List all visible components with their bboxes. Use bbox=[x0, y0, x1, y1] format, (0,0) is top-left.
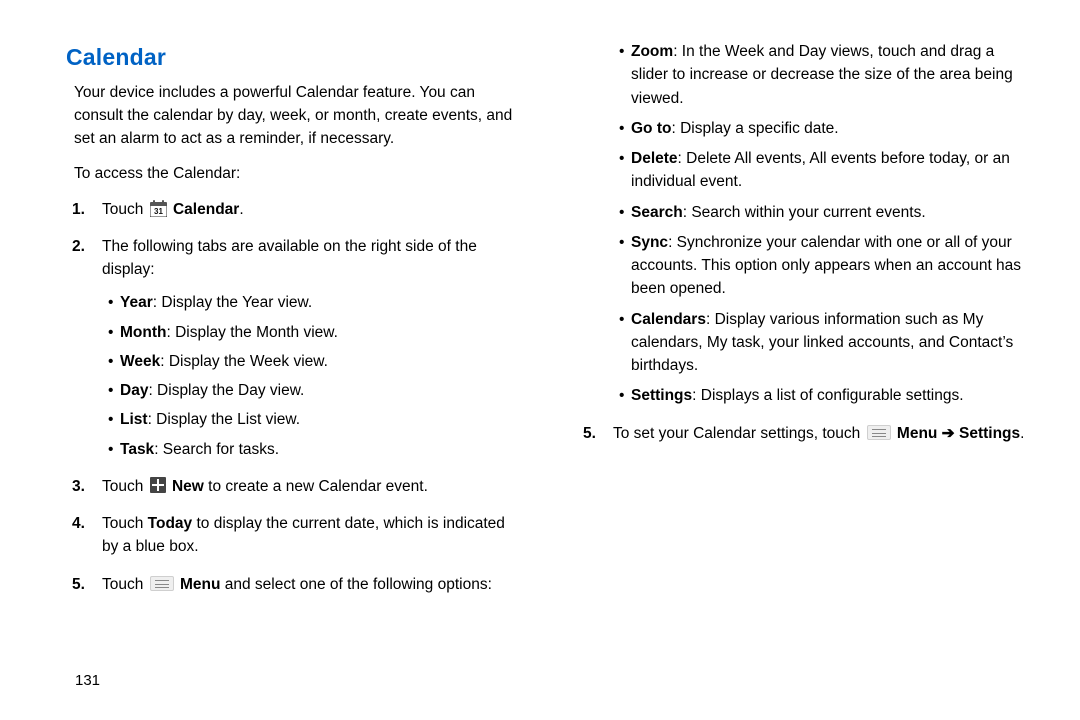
opt-desc: : Delete All events, All events before t… bbox=[631, 150, 1010, 190]
tab-name: Week bbox=[120, 353, 160, 370]
tab-desc: : Display the List view. bbox=[148, 411, 300, 428]
tab-desc: : Display the Year view. bbox=[153, 294, 312, 311]
opt-name: Delete bbox=[631, 150, 678, 167]
calendar-icon: 31 bbox=[150, 200, 167, 217]
opt-name: Search bbox=[631, 204, 683, 221]
page-number: 131 bbox=[75, 670, 100, 693]
lead-text: To access the Calendar: bbox=[74, 162, 521, 185]
new-label: New bbox=[172, 478, 204, 495]
tabs-list: Year: Display the Year view. Month: Disp… bbox=[102, 291, 521, 461]
arrow-icon: ➔ bbox=[937, 425, 959, 442]
calendar-label: Calendar bbox=[173, 201, 239, 218]
text: Touch bbox=[102, 478, 148, 495]
opt-delete: Delete: Delete All events, All events be… bbox=[619, 147, 1032, 194]
text: Touch bbox=[102, 515, 148, 532]
menu-icon bbox=[867, 425, 891, 440]
tab-desc: : Display the Week view. bbox=[160, 353, 328, 370]
step-2: The following tabs are available on the … bbox=[96, 235, 521, 461]
opt-zoom: Zoom: In the Week and Day views, touch a… bbox=[619, 40, 1032, 110]
settings-label: Settings bbox=[959, 425, 1020, 442]
opt-goto: Go to: Display a specific date. bbox=[619, 117, 1032, 140]
step-6: To set your Calendar settings, touch Men… bbox=[607, 422, 1032, 445]
menu-label: Menu bbox=[180, 576, 220, 593]
opt-search: Search: Search within your current event… bbox=[619, 201, 1032, 224]
plus-icon bbox=[150, 477, 166, 493]
options-list: Zoom: In the Week and Day views, touch a… bbox=[613, 40, 1032, 408]
text: to create a new Calendar event. bbox=[204, 478, 428, 495]
today-label: Today bbox=[148, 515, 193, 532]
period: . bbox=[1020, 425, 1024, 442]
text: The following tabs are available on the … bbox=[102, 238, 477, 278]
tab-name: Month bbox=[120, 324, 166, 341]
text: Touch bbox=[102, 201, 148, 218]
tab-desc: : Search for tasks. bbox=[154, 441, 279, 458]
tab-list: List: Display the List view. bbox=[108, 408, 521, 431]
opt-desc: : Displays a list of configurable settin… bbox=[692, 387, 963, 404]
opt-name: Zoom bbox=[631, 43, 673, 60]
intro-paragraph: Your device includes a powerful Calendar… bbox=[74, 81, 521, 151]
text: Touch bbox=[102, 576, 148, 593]
opt-desc: : Search within your current events. bbox=[683, 204, 926, 221]
tab-name: Task bbox=[120, 441, 154, 458]
tab-name: List bbox=[120, 411, 148, 428]
tab-day: Day: Display the Day view. bbox=[108, 379, 521, 402]
tab-year: Year: Display the Year view. bbox=[108, 291, 521, 314]
opt-sync: Sync: Synchronize your calendar with one… bbox=[619, 231, 1032, 301]
page: Calendar Your device includes a powerful… bbox=[0, 0, 1080, 640]
text: To set your Calendar settings, touch bbox=[613, 425, 865, 442]
step-4: Touch Today to display the current date,… bbox=[96, 512, 521, 559]
tab-desc: : Display the Month view. bbox=[166, 324, 337, 341]
opt-desc: : Synchronize your calendar with one or … bbox=[631, 234, 1021, 298]
opt-desc: : In the Week and Day views, touch and d… bbox=[631, 43, 1013, 107]
tab-task: Task: Search for tasks. bbox=[108, 438, 521, 461]
section-heading: Calendar bbox=[66, 40, 521, 75]
opt-desc: : Display a specific date. bbox=[671, 120, 838, 137]
step-3: Touch New to create a new Calendar event… bbox=[96, 475, 521, 498]
opt-settings: Settings: Displays a list of configurabl… bbox=[619, 384, 1032, 407]
opt-name: Go to bbox=[631, 120, 671, 137]
svg-text:31: 31 bbox=[154, 207, 163, 216]
tab-week: Week: Display the Week view. bbox=[108, 350, 521, 373]
tab-desc: : Display the Day view. bbox=[148, 382, 304, 399]
menu-label: Menu bbox=[897, 425, 937, 442]
tab-name: Day bbox=[120, 382, 148, 399]
tab-month: Month: Display the Month view. bbox=[108, 321, 521, 344]
step-1: Touch 31 Calendar. bbox=[96, 198, 521, 221]
opt-name: Calendars bbox=[631, 311, 706, 328]
tab-name: Year bbox=[120, 294, 153, 311]
menu-icon bbox=[150, 576, 174, 591]
text: and select one of the following options: bbox=[220, 576, 491, 593]
opt-calendars: Calendars: Display various information s… bbox=[619, 308, 1032, 378]
opt-name: Sync bbox=[631, 234, 668, 251]
period: . bbox=[239, 201, 243, 218]
opt-name: Settings bbox=[631, 387, 692, 404]
